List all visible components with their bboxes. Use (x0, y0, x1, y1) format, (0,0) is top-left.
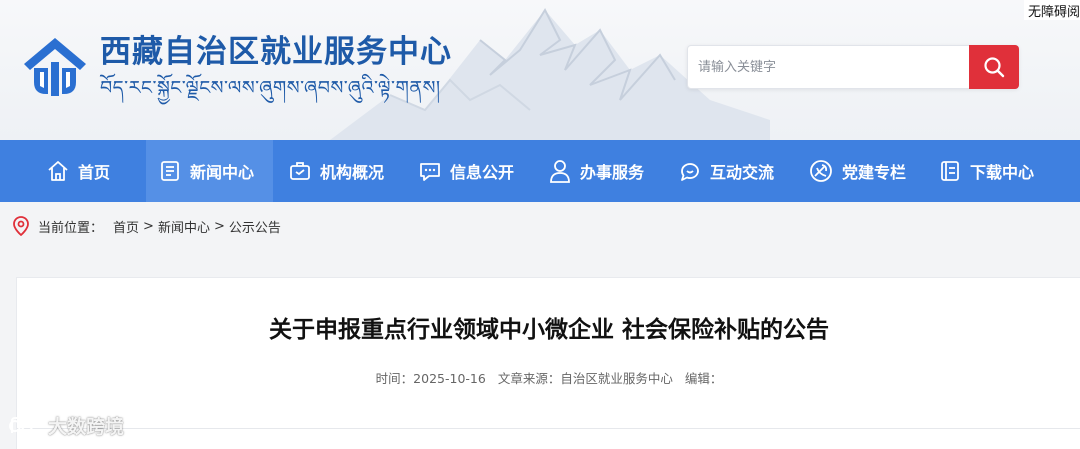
home-icon (48, 161, 68, 181)
main-nav: 首页 新闻中心 机构概况 信息公开 办事服务 互动交流 党建专栏 下载中心 (0, 140, 1080, 202)
site-logo (24, 38, 86, 96)
nav-label: 新闻中心 (190, 163, 255, 182)
article-meta: 时间：2025-10-16 文章来源：自治区就业服务中心 编辑： (17, 368, 1080, 387)
breadcrumb-separator: > (143, 218, 154, 234)
watermark-logo-icon (9, 416, 33, 433)
chat-icon (681, 163, 699, 181)
nav-item-disclosure[interactable]: 信息公开 (418, 140, 514, 202)
time-label: 时间： (375, 371, 414, 386)
source-label: 文章来源： (497, 371, 561, 386)
nav-label: 互动交流 (710, 163, 775, 182)
site-header: 无障碍阅读 西藏自治区就业服务中心 བོད་རང་སྐྱོང་ལྗོངས་ལས་… (0, 0, 1080, 140)
location-pin-icon (13, 216, 29, 236)
nav-label: 下载中心 (970, 163, 1035, 182)
watermark: 大数跨境 (8, 412, 124, 439)
nav-item-organization[interactable]: 机构概况 (288, 140, 384, 202)
search-input[interactable] (688, 46, 970, 88)
nav-item-download[interactable]: 下载中心 (938, 140, 1034, 202)
watermark-text: 大数跨境 (48, 416, 125, 438)
news-icon (161, 161, 179, 181)
breadcrumb-announcements[interactable]: 公示公告 (229, 217, 281, 236)
breadcrumb-news[interactable]: 新闻中心 (158, 217, 210, 236)
party-emblem-icon (810, 160, 832, 182)
message-icon (420, 163, 440, 181)
nav-label: 机构概况 (320, 163, 385, 182)
document-icon (941, 161, 959, 181)
article-panel: 关于申报重点行业领域中小微企业 社会保险补贴的公告 时间：2025-10-16 … (16, 277, 1080, 449)
nav-item-services[interactable]: 办事服务 (548, 140, 644, 202)
nav-item-interaction[interactable]: 互动交流 (678, 140, 774, 202)
nav-item-home[interactable]: 首页 (46, 140, 110, 202)
nav-label: 办事服务 (580, 163, 645, 182)
breadcrumb-home[interactable]: 首页 (113, 217, 139, 236)
nav-item-party[interactable]: 党建专栏 (808, 140, 906, 202)
breadcrumb-separator: > (213, 218, 225, 234)
nav-label: 信息公开 (450, 163, 515, 182)
breadcrumb-prefix: 当前位置： (38, 220, 104, 236)
search-button[interactable] (969, 45, 1019, 89)
publish-time: 2025-10-16 (413, 371, 486, 386)
search-icon (984, 57, 1005, 78)
accessibility-link[interactable]: 无障碍阅读 (1024, 0, 1080, 20)
briefcase-icon (290, 162, 310, 180)
editor-label: 编辑： (684, 371, 723, 386)
article-source: 自治区就业服务中心 (560, 371, 673, 386)
search-box (687, 45, 1019, 89)
article-title: 关于申报重点行业领域中小微企业 社会保险补贴的公告 (268, 317, 829, 343)
meta-divider (17, 428, 1080, 429)
site-title-tibetan: བོད་རང་སྐྱོང་ལྗོངས་ལས་ཞུགས་ཞབས་ཞུའི་ལྟེ་… (100, 77, 441, 99)
breadcrumb: 当前位置： 首页 > 新闻中心 > 公示公告 (12, 214, 281, 238)
person-icon (550, 160, 570, 183)
nav-label: 首页 (78, 163, 111, 182)
nav-item-news[interactable]: 新闻中心 (146, 140, 273, 202)
nav-label: 党建专栏 (842, 163, 907, 182)
site-title: 西藏自治区就业服务中心 (100, 34, 452, 70)
